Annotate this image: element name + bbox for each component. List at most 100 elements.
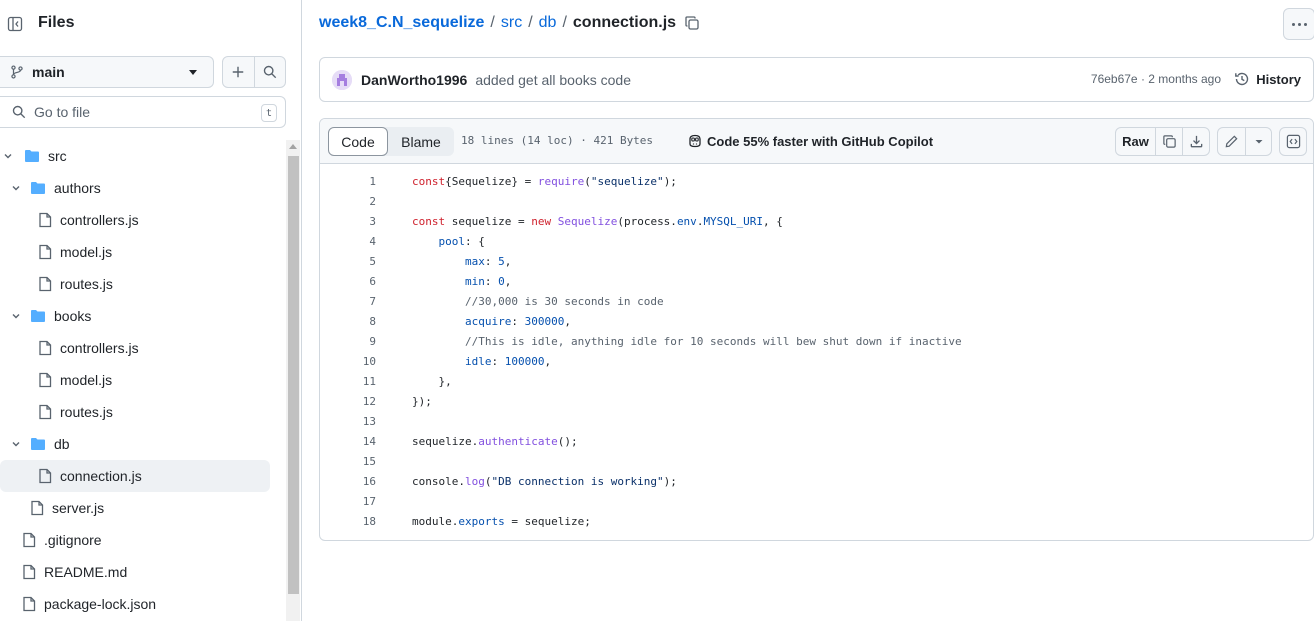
tree-file-gitignore[interactable]: .gitignore [0,524,270,556]
tree-file-routes-js[interactable]: routes.js [0,268,270,300]
code-token: const [412,214,446,228]
file-icon [38,372,52,388]
tree-folder-src[interactable]: src [0,140,270,172]
code-listing[interactable]: 1 const{Sequelize} = require("sequelize")… [320,171,1313,531]
chevron-down-icon [10,182,22,194]
history-button[interactable]: History [1234,71,1301,87]
search-code-button[interactable] [253,57,285,87]
line-number[interactable]: 17 [320,495,376,508]
code-token: : [511,314,525,328]
breadcrumb-db-link[interactable]: db [539,14,557,32]
scrollbar-thumb[interactable] [288,156,299,594]
breadcrumb-repo-link[interactable]: week8_C.N_sequelize [319,14,484,32]
commit-hash-and-date[interactable]: 76eb67e · 2 months ago [1091,72,1221,86]
copilot-promo-link[interactable]: Code 55% faster with GitHub Copilot [687,133,933,149]
tab-blame[interactable]: Blame [388,127,454,156]
breadcrumb-separator: / [490,14,495,31]
code-text: }, [412,375,451,388]
tree-item-label: server.js [52,500,105,516]
sidebar-collapse-icon [7,16,23,32]
go-to-file-placeholder: Go to file [34,104,91,120]
tree-scrollbar[interactable] [286,140,300,621]
tree-file-routes-js[interactable]: routes.js [0,396,270,428]
scroll-up-arrow-icon[interactable] [289,144,297,149]
code-token: ); [663,474,677,488]
symbols-button[interactable] [1280,128,1306,155]
code-token: (); [557,434,578,448]
code-line: 15 [320,451,1313,471]
code-text: }); [412,395,432,408]
avatar[interactable] [332,69,352,90]
edit-actions [1217,127,1272,156]
line-number[interactable]: 12 [320,395,376,408]
line-number[interactable]: 3 [320,215,376,228]
tree-file-package-lock[interactable]: package-lock.json [0,588,270,620]
tree-folder-books[interactable]: books [0,300,270,332]
line-number[interactable]: 18 [320,515,376,528]
edit-options-dropdown[interactable] [1245,128,1271,155]
code-token: : [484,254,499,268]
more-options-button[interactable] [1283,8,1314,40]
tree-file-model-js[interactable]: model.js [0,364,270,396]
line-number[interactable]: 4 [320,235,376,248]
go-to-file-input[interactable]: Go to file t [0,96,286,128]
add-file-button[interactable] [223,57,254,87]
line-number[interactable]: 11 [320,375,376,388]
line-number[interactable]: 5 [320,255,376,268]
tree-file-model-js[interactable]: model.js [0,236,270,268]
tree-folder-db[interactable]: db [0,428,270,460]
raw-button[interactable]: Raw [1116,128,1155,155]
line-number[interactable]: 6 [320,275,376,288]
line-number[interactable]: 15 [320,455,376,468]
code-text: acquire: 300000, [412,315,571,328]
tree-file-connection-js[interactable]: connection.js [0,460,270,492]
code-line: 13 [320,411,1313,431]
tree-file-server-js[interactable]: server.js [0,492,270,524]
code-token: //30,000 is 30 seconds in code [464,294,664,308]
line-number[interactable]: 2 [320,195,376,208]
line-number[interactable]: 13 [320,415,376,428]
edit-file-button[interactable] [1218,128,1245,155]
chevron-down-icon [10,438,22,450]
code-line: 16 console.log("DB connection is working"… [320,471,1313,491]
line-number[interactable]: 8 [320,315,376,328]
line-number[interactable]: 7 [320,295,376,308]
chevron-down-icon [2,150,14,162]
tree-file-readme[interactable]: README.md [0,556,270,588]
copy-path-button[interactable] [684,15,700,31]
line-number[interactable]: 10 [320,355,376,368]
tree-item-label: routes.js [60,276,113,292]
tree-item-label: authors [54,180,101,196]
download-button[interactable] [1182,128,1209,155]
breadcrumb-current-file: connection.js [572,14,677,31]
tree-item-label: model.js [60,244,113,260]
tree-item-label: routes.js [60,404,113,420]
copy-icon [1162,134,1177,149]
commit-message-link[interactable]: added get all books code [475,72,631,88]
code-token: MYSQL_URI [703,214,764,228]
file-icon [22,532,36,548]
branch-selector[interactable]: main [0,56,214,88]
copy-raw-button[interactable] [1155,128,1182,155]
breadcrumb-separator: / [528,14,533,31]
tree-folder-authors[interactable]: authors [0,172,270,204]
line-number[interactable]: 14 [320,435,376,448]
latest-commit-bar: DanWortho1996 added get all books code 7… [319,57,1314,102]
breadcrumb-src-link[interactable]: src [501,14,522,32]
code-text: pool: { [412,235,485,248]
collapse-sidebar-button[interactable] [0,8,30,40]
line-number[interactable]: 9 [320,335,376,348]
line-number[interactable]: 16 [320,475,376,488]
line-number[interactable]: 1 [320,175,376,188]
history-label: History [1256,71,1301,87]
code-text: const{Sequelize} = require("sequelize"); [412,175,677,188]
tree-file-controllers-js[interactable]: controllers.js [0,332,270,364]
code-line: 9 //This is idle, anything idle for 10 s… [320,331,1313,351]
code-token: 300000 [524,314,565,328]
commit-author-link[interactable]: DanWortho1996 [361,72,467,88]
tab-code[interactable]: Code [328,127,388,156]
tree-file-controllers-js[interactable]: controllers.js [0,204,270,236]
code-square-icon [1286,134,1301,149]
